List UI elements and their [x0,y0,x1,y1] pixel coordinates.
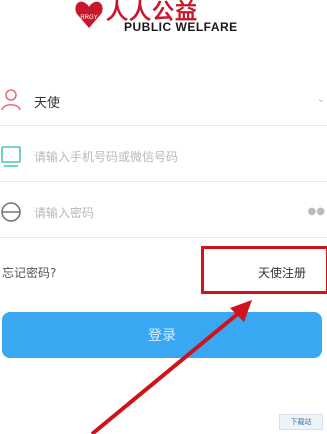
logo-badge-text: RRGY [80,15,97,21]
logo-english-title: PUBLIC WELFARE [124,20,238,34]
watermark: 下载站 [279,414,323,430]
forgot-password-link[interactable]: 忘记密码? [2,264,56,281]
login-button[interactable]: 登录 [2,312,322,358]
account-field[interactable]: 天使 ⌄ [0,72,327,126]
divider [0,237,327,238]
phone-icon [1,146,21,167]
lock-icon [1,202,21,222]
divider [0,125,327,126]
app-logo: RRGY 人人公益 PUBLIC WELFARE [74,0,254,40]
account-value[interactable]: 天使 [34,92,60,111]
phone-field[interactable]: 请输入手机号码或微信号码 [0,128,327,182]
chevron-down-icon[interactable]: ⌄ [317,94,325,105]
register-link[interactable]: 天使注册 [258,264,306,281]
user-icon [1,89,21,111]
phone-input[interactable]: 请输入手机号码或微信号码 [34,148,178,165]
divider [0,181,327,182]
password-field[interactable]: 请输入密码 ●● [0,184,327,238]
password-toggle[interactable]: ●● [308,206,325,217]
heart-logo-icon: RRGY [75,1,103,28]
password-input[interactable]: 请输入密码 [34,204,94,221]
